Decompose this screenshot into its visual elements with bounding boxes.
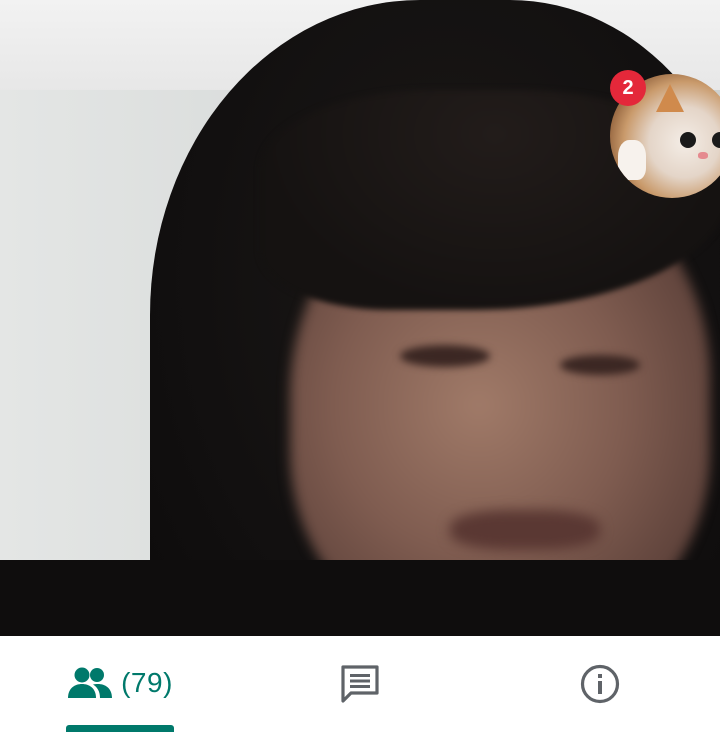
- cat-paw: [618, 140, 646, 180]
- video-subject-eye-right: [560, 355, 640, 375]
- cat-eye-right: [712, 132, 720, 148]
- cat-eye-left: [680, 132, 696, 148]
- tab-chat[interactable]: [240, 636, 480, 732]
- cat-nose: [698, 152, 708, 159]
- info-icon: [579, 663, 621, 705]
- pip-notification-badge: 2: [610, 70, 646, 106]
- cat-ear: [656, 84, 684, 112]
- video-subject-eye-left: [400, 345, 490, 367]
- tab-people[interactable]: (79): [0, 636, 240, 732]
- active-tab-indicator: [66, 725, 174, 732]
- bottom-navigation-bar: (79): [0, 636, 720, 732]
- people-icon: [67, 666, 113, 700]
- tab-info[interactable]: [480, 636, 720, 732]
- video-subject-mouth: [450, 510, 600, 550]
- chat-icon: [339, 663, 381, 705]
- participant-count: (79): [121, 667, 173, 698]
- video-subject-shoulder: [0, 560, 720, 636]
